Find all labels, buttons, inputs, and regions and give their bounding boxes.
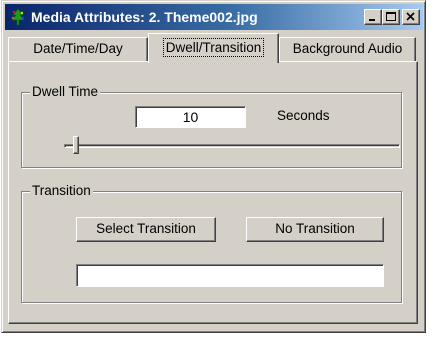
transition-label: Transition (30, 183, 93, 198)
tree-icon (9, 8, 27, 26)
tab-label: Dwell/Transition (162, 38, 265, 57)
dwell-seconds-input[interactable]: 10 (135, 106, 246, 128)
select-transition-button[interactable]: Select Transition (76, 217, 216, 242)
dwell-slider-track[interactable] (64, 144, 400, 148)
maximize-icon (386, 12, 396, 21)
close-button[interactable] (402, 9, 420, 25)
dwell-time-group: Dwell Time (21, 84, 402, 168)
transition-name-field[interactable] (76, 264, 384, 287)
no-transition-button[interactable]: No Transition (246, 217, 384, 242)
tab-label: Background Audio (292, 41, 403, 56)
seconds-label: Seconds (277, 108, 330, 123)
tab-date-time-day[interactable]: Date/Time/Day (8, 37, 148, 61)
tab-background-audio[interactable]: Background Audio (279, 37, 416, 61)
close-icon (406, 12, 415, 21)
tab-dwell-transition[interactable]: Dwell/Transition (148, 33, 279, 63)
dwell-slider-thumb[interactable] (73, 136, 79, 154)
dwell-time-label: Dwell Time (30, 84, 101, 99)
tab-label: Date/Time/Day (33, 41, 123, 56)
window-title: Media Attributes: 2. Theme002.jpg (31, 9, 258, 25)
maximize-button[interactable] (382, 9, 400, 25)
minimize-button[interactable] (364, 9, 382, 25)
minimize-icon (369, 19, 375, 21)
title-bar[interactable]: Media Attributes: 2. Theme002.jpg (5, 4, 423, 30)
